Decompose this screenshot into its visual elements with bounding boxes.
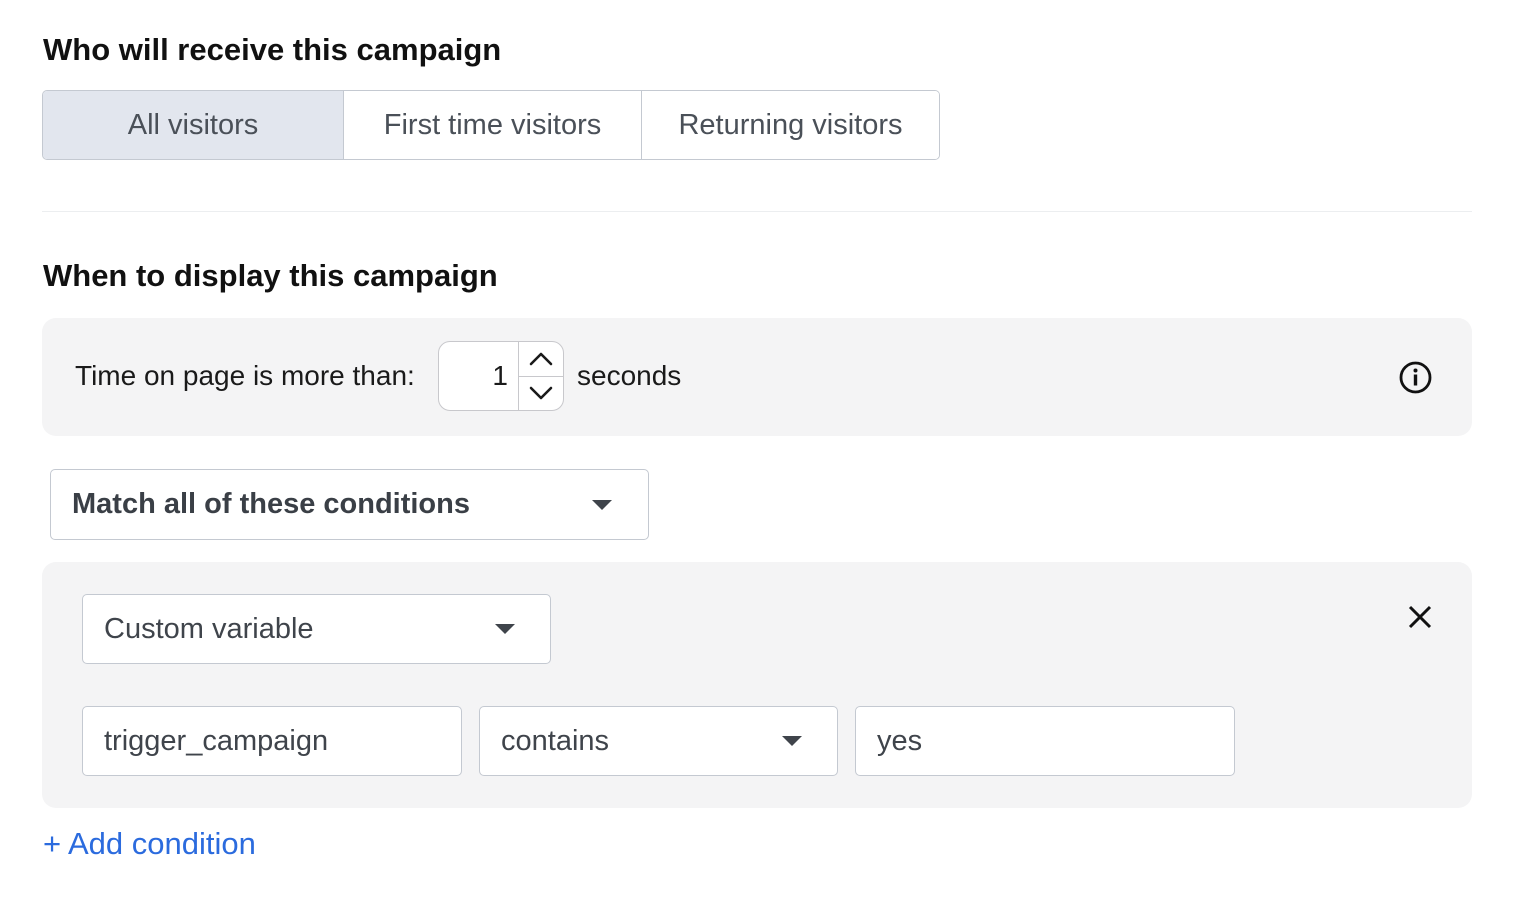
caret-down-icon bbox=[592, 499, 612, 510]
audience-option-all-visitors[interactable]: All visitors bbox=[43, 91, 344, 159]
time-unit-label: seconds bbox=[577, 360, 682, 391]
info-circle-icon[interactable] bbox=[1399, 361, 1432, 394]
section-divider bbox=[42, 211, 1472, 212]
chevron-down-icon bbox=[529, 386, 553, 400]
increment-button[interactable] bbox=[519, 342, 563, 377]
audience-segmented-control: All visitors First time visitors Returni… bbox=[42, 90, 940, 160]
display-heading: When to display this campaign bbox=[43, 258, 498, 293]
condition-type-select[interactable]: Custom variable bbox=[82, 594, 551, 664]
variable-name-input[interactable]: trigger_campaign bbox=[82, 706, 462, 776]
condition-value-input[interactable]: yes bbox=[855, 706, 1235, 776]
caret-down-icon bbox=[495, 624, 515, 634]
audience-option-returning-visitors[interactable]: Returning visitors bbox=[642, 91, 939, 159]
operator-select[interactable]: contains bbox=[479, 706, 838, 776]
chevron-up-icon bbox=[529, 352, 553, 366]
audience-option-first-time-visitors[interactable]: First time visitors bbox=[344, 91, 642, 159]
match-conditions-value: Match all of these conditions bbox=[72, 488, 470, 520]
time-on-page-input[interactable]: 1 bbox=[439, 342, 519, 410]
time-on-page-stepper[interactable]: 1 bbox=[438, 341, 564, 411]
match-conditions-select[interactable]: Match all of these conditions bbox=[50, 469, 649, 540]
close-icon[interactable] bbox=[1406, 603, 1434, 631]
operator-value: contains bbox=[501, 724, 610, 757]
caret-down-icon bbox=[782, 736, 802, 746]
add-condition-link[interactable]: + Add condition bbox=[43, 826, 256, 862]
time-on-page-label: Time on page is more than: bbox=[75, 360, 415, 391]
condition-type-value: Custom variable bbox=[104, 612, 314, 645]
decrement-button[interactable] bbox=[519, 377, 563, 411]
audience-heading: Who will receive this campaign bbox=[43, 32, 502, 67]
